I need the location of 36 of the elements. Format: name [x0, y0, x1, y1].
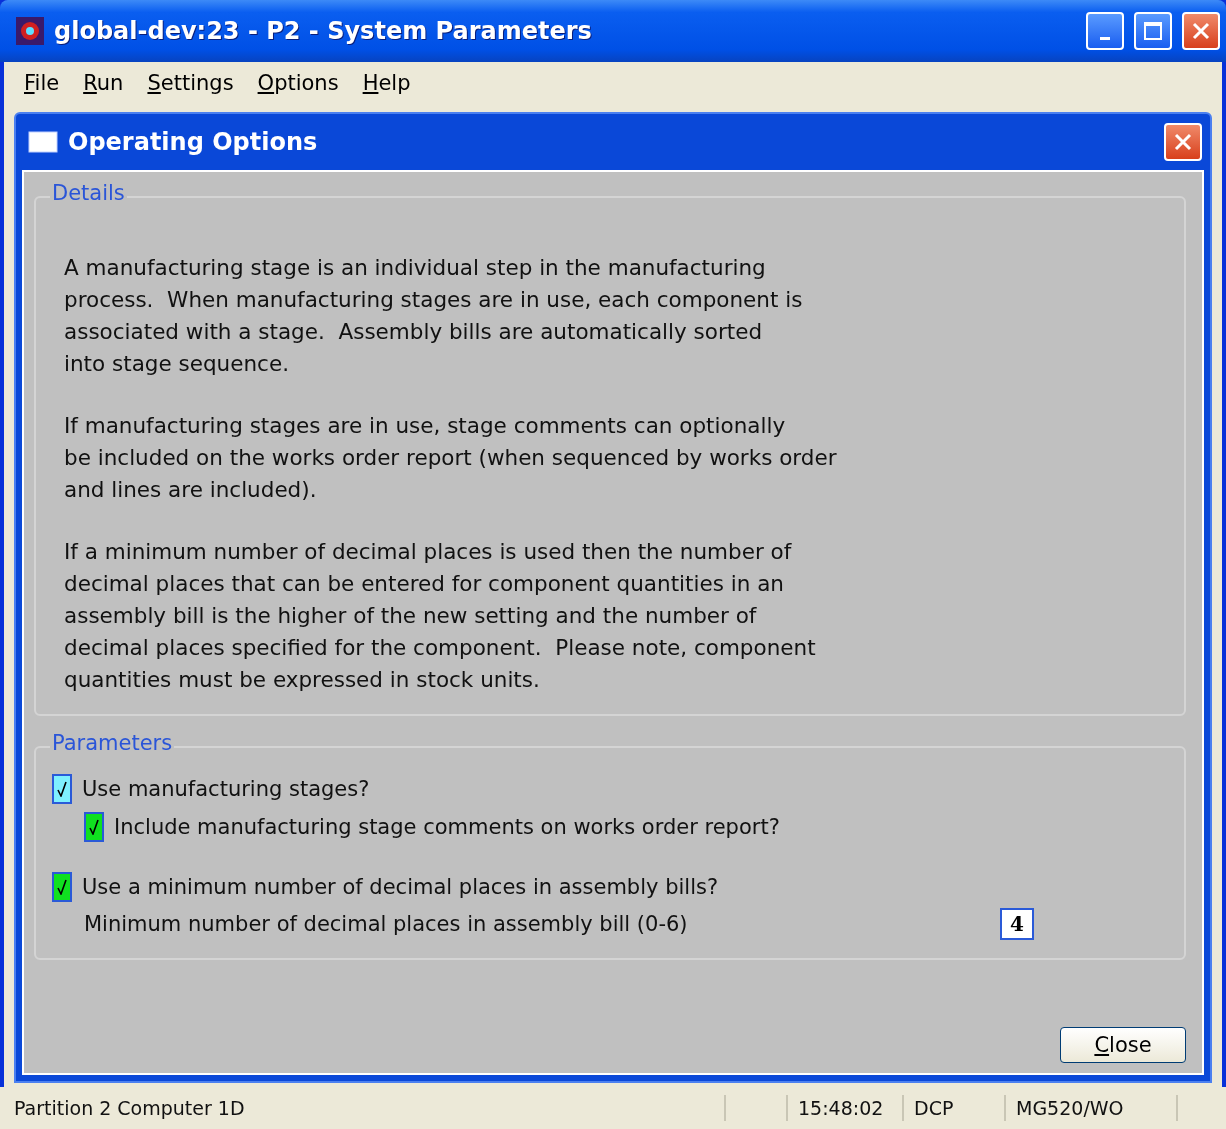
status-cell: 15:48:02: [788, 1095, 904, 1121]
status-cell: Partition 2 Computer 1D: [4, 1095, 726, 1121]
menu-item[interactable]: File: [12, 71, 72, 95]
close-button[interactable]: [1182, 12, 1220, 50]
close-button[interactable]: [1164, 123, 1202, 161]
window-icon: [28, 131, 58, 153]
menu-item[interactable]: Settings: [135, 71, 246, 95]
window-title: global-dev:23 - P2 - System Parameters: [54, 17, 593, 45]
option-label: Include manufacturing stage comments on works order report?: [114, 815, 780, 839]
close-dialog-button[interactable]: Close: [1060, 1027, 1186, 1063]
status-cell: MG520/WO: [1006, 1095, 1178, 1121]
close-icon: [1173, 132, 1193, 152]
menu-item[interactable]: Help: [350, 71, 423, 95]
check-icon: [89, 819, 99, 835]
field-label: Minimum number of decimal places in assembly bill (0-6): [84, 912, 688, 936]
option-label: Use manufacturing stages?: [82, 777, 370, 801]
menu-item[interactable]: Run: [71, 71, 136, 95]
check-icon: [57, 879, 67, 895]
description-paragraph: If a minimum number of decimal places is used then the number of decimal places that can be entered for component quantities in an assembly bill is the higher of the new setting and the number of decimal places specified for the component. Please note, component quantities must be expressed in stock units.: [64, 538, 817, 694]
description-paragraph: If manufacturing stages are in use, stage comments can optionally be included on the works order report (when sequenced by works order and lines are included).: [64, 412, 838, 504]
dialog-title: Operating Options: [68, 128, 319, 156]
status-cell: DCP: [904, 1095, 1006, 1121]
option-label: Use a minimum number of decimal places in assembly bills?: [82, 875, 719, 899]
checkbox[interactable]: [52, 774, 72, 804]
close-icon: [1191, 21, 1211, 41]
menu-item[interactable]: Options: [245, 71, 351, 95]
maximize-button[interactable]: [1134, 12, 1172, 50]
description-paragraph: A manufacturing stage is an individual step in the manufacturing process. When manufacturing stages are in use, each component is associated with a stage. Assembly bills are automatically sorted into stage sequence.: [64, 254, 804, 378]
app-icon: [16, 17, 44, 45]
checkbox[interactable]: [84, 812, 104, 842]
minimize-button[interactable]: [1086, 12, 1124, 50]
decimal-places-field[interactable]: 4: [1000, 908, 1034, 940]
minimize-icon: [1100, 36, 1110, 40]
check-icon: [57, 781, 67, 797]
maximize-icon: [1143, 21, 1163, 41]
checkbox[interactable]: [52, 872, 72, 902]
